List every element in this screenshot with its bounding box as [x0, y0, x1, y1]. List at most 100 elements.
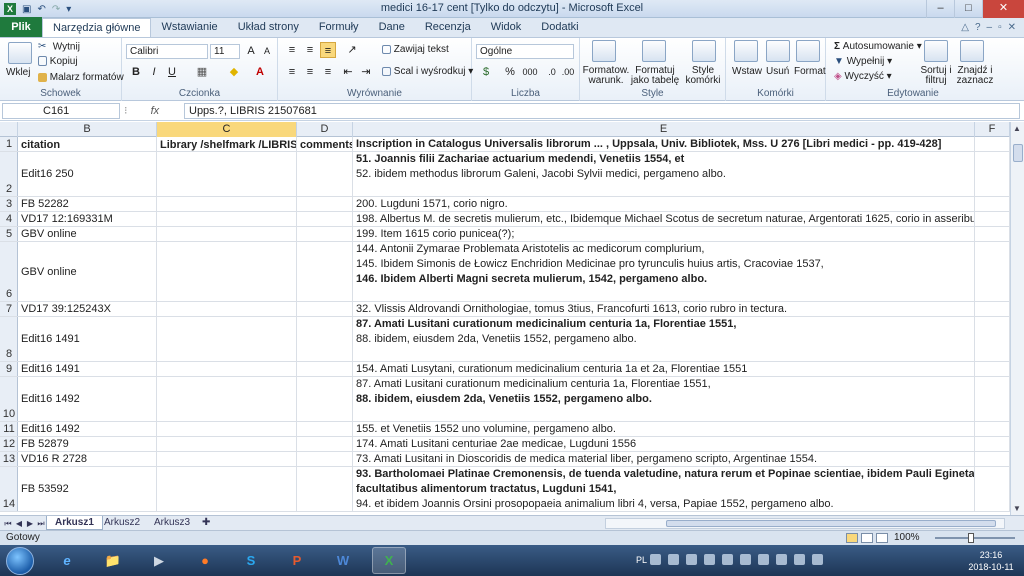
cell-b[interactable]: FB 52879: [18, 437, 157, 451]
cell-c[interactable]: [157, 422, 297, 436]
insert-button[interactable]: Wstaw: [732, 66, 762, 77]
format-as-table-button[interactable]: Formatuj jako tabelę: [630, 66, 680, 86]
cell-f[interactable]: [975, 362, 1010, 376]
underline-button[interactable]: U: [164, 64, 180, 80]
grow-font-icon[interactable]: A: [243, 43, 259, 59]
increase-decimal-icon[interactable]: .0: [544, 64, 560, 80]
align-center-icon[interactable]: ≡: [302, 64, 318, 80]
shrink-font-icon[interactable]: A: [259, 43, 275, 59]
cell-f[interactable]: [975, 227, 1010, 241]
align-left-icon[interactable]: ≡: [284, 64, 300, 80]
normal-view-icon[interactable]: [846, 533, 858, 543]
cell-b[interactable]: FB 53592: [18, 467, 157, 511]
close-button[interactable]: ✕: [982, 0, 1024, 18]
maximize-button[interactable]: □: [954, 0, 982, 18]
merge-center-button[interactable]: Scal i wyśrodkuj ▾: [382, 66, 473, 77]
cell-c[interactable]: Library /shelfmark /LIBRIS nr: [157, 137, 297, 151]
tab-view[interactable]: Widok: [481, 18, 532, 37]
tab-file[interactable]: Plik: [0, 17, 42, 37]
cell-f[interactable]: [975, 437, 1010, 451]
cell-f[interactable]: [975, 242, 1010, 301]
insert-cells-icon[interactable]: [734, 40, 758, 62]
cell-e[interactable]: 198. Albertus M. de secretis mulierum, e…: [353, 212, 975, 226]
cell-styles-button[interactable]: Style komórki: [680, 66, 726, 86]
minimize-ribbon-icon[interactable]: △: [961, 22, 969, 33]
cell-b[interactable]: GBV online: [18, 242, 157, 301]
cell-d[interactable]: [297, 302, 353, 316]
zoom-slider[interactable]: [935, 537, 1015, 539]
row-header[interactable]: 11: [0, 422, 18, 436]
font-size-combo[interactable]: 11: [210, 44, 240, 59]
cell-d[interactable]: [297, 152, 353, 196]
cell-f[interactable]: [975, 377, 1010, 421]
minimize-button[interactable]: –: [926, 0, 954, 18]
sort-filter-icon[interactable]: [924, 40, 948, 62]
fill-color-icon[interactable]: ◆: [226, 64, 242, 80]
cell-f[interactable]: [975, 452, 1010, 466]
cell-f[interactable]: [975, 422, 1010, 436]
page-break-view-icon[interactable]: [876, 533, 888, 543]
format-cells-icon[interactable]: [796, 40, 820, 62]
language-indicator[interactable]: PL: [636, 555, 647, 565]
fill-button[interactable]: ▼ Wypełnij ▾: [834, 56, 892, 67]
cell-c[interactable]: [157, 197, 297, 211]
prev-sheet-icon[interactable]: ◀: [14, 517, 24, 530]
cell-e[interactable]: 199. Item 1615 corio punicea(?);: [353, 227, 975, 241]
row-header[interactable]: 2: [0, 152, 18, 196]
number-format-combo[interactable]: Ogólne: [476, 44, 574, 59]
bluetooth-icon[interactable]: [686, 554, 697, 565]
cell-f[interactable]: [975, 302, 1010, 316]
cell-f[interactable]: [975, 212, 1010, 226]
cell-styles-icon[interactable]: [692, 40, 716, 62]
cell-d[interactable]: [297, 227, 353, 241]
page-layout-view-icon[interactable]: [861, 533, 873, 543]
scroll-down-icon[interactable]: ▼: [1013, 504, 1021, 513]
cell-f[interactable]: [975, 467, 1010, 511]
cell-d[interactable]: [297, 362, 353, 376]
find-select-button[interactable]: Znajdź i zaznacz: [954, 66, 996, 86]
start-button-icon[interactable]: [6, 547, 34, 575]
cell-c[interactable]: [157, 362, 297, 376]
font-color-icon[interactable]: A: [252, 64, 268, 80]
tray-arrow-icon[interactable]: [650, 554, 661, 565]
column-header-d[interactable]: D: [297, 122, 353, 137]
horizontal-scrollbar[interactable]: [605, 518, 1005, 529]
cell-d[interactable]: [297, 317, 353, 361]
sheet-tab-arkusz1[interactable]: Arkusz1: [46, 516, 103, 530]
cell-b[interactable]: GBV online: [18, 227, 157, 241]
delete-button[interactable]: Usuń: [766, 66, 789, 77]
last-sheet-icon[interactable]: ⏭: [36, 517, 46, 530]
cell-f[interactable]: [975, 152, 1010, 196]
cell-d[interactable]: [297, 437, 353, 451]
formula-input[interactable]: Upps.?, LIBRIS 21507681: [184, 103, 1020, 119]
column-header-b[interactable]: B: [18, 122, 157, 137]
cell-b[interactable]: Edit16 1492: [18, 377, 157, 421]
cell-e[interactable]: 144. Antonii Zymarae Problemata Aristote…: [353, 242, 975, 301]
file-explorer-icon[interactable]: 📁: [96, 547, 130, 574]
row-header[interactable]: 14: [0, 467, 18, 511]
cell-c[interactable]: [157, 152, 297, 196]
vertical-scrollbar[interactable]: ▲ ▼: [1010, 122, 1024, 515]
tab-home[interactable]: Narzędzia główne: [42, 18, 152, 37]
cell-e[interactable]: Inscription in Catalogus Universalis lib…: [353, 137, 975, 151]
decrease-decimal-icon[interactable]: .00: [560, 64, 576, 80]
cell-f[interactable]: [975, 317, 1010, 361]
cell-e[interactable]: 51. Joannis filii Zachariae actuarium me…: [353, 152, 975, 196]
row-header[interactable]: 9: [0, 362, 18, 376]
sheet-tab-arkusz2[interactable]: Arkusz2: [96, 516, 148, 530]
cell-b[interactable]: VD17 12:169331M: [18, 212, 157, 226]
borders-icon[interactable]: ▦: [194, 64, 210, 80]
cell-e[interactable]: 87. Amati Lusitani curationum medicinali…: [353, 317, 975, 361]
fx-icon[interactable]: fx: [151, 105, 160, 117]
cell-d[interactable]: [297, 242, 353, 301]
clear-button[interactable]: ◈ Wyczyść ▾: [834, 71, 892, 82]
delete-cells-icon[interactable]: [766, 40, 790, 62]
cell-c[interactable]: [157, 437, 297, 451]
conditional-format-icon[interactable]: [592, 40, 616, 62]
cell-d[interactable]: [297, 467, 353, 511]
cell-c[interactable]: [157, 212, 297, 226]
tab-insert[interactable]: Wstawianie: [151, 18, 227, 37]
tab-formulas[interactable]: Formuły: [309, 18, 369, 37]
cell-b[interactable]: Edit16 1491: [18, 317, 157, 361]
row-header[interactable]: 3: [0, 197, 18, 211]
